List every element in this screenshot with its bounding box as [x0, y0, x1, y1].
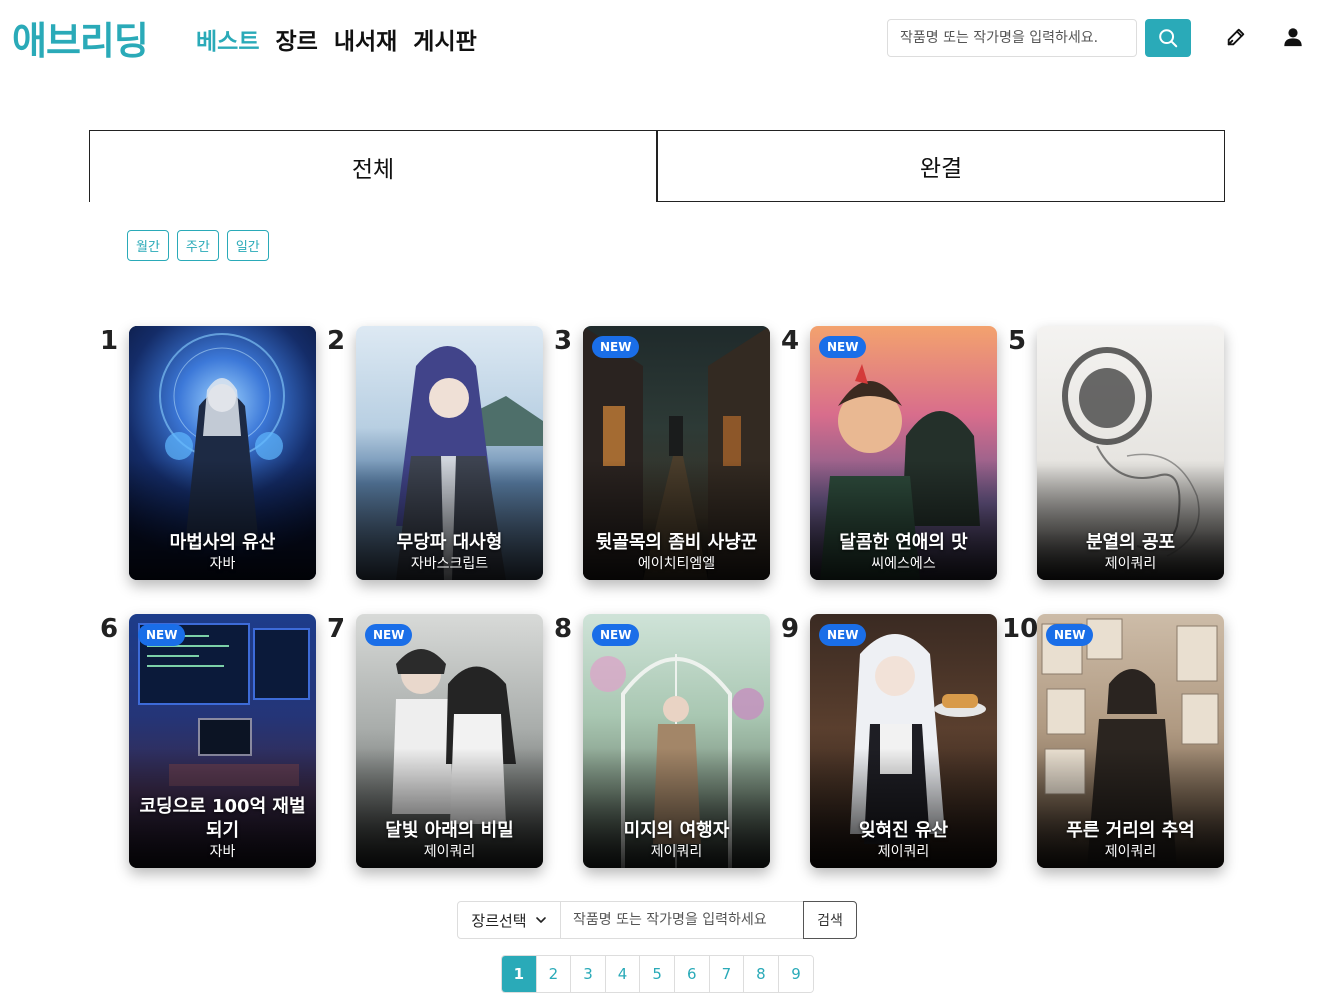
new-badge: NEW: [365, 624, 413, 646]
nav-best[interactable]: 베스트: [196, 22, 259, 56]
new-badge: NEW: [592, 336, 640, 358]
work-card[interactable]: NEW 코딩으로 100억 재벌 되기 자바: [129, 614, 316, 868]
write-button[interactable]: [1223, 24, 1249, 50]
work-card[interactable]: NEW 달콤한 연애의 맛 씨에스에스: [810, 326, 997, 580]
work-title: 뒷골목의 좀비 사냥꾼: [595, 532, 758, 553]
rank-number: 9: [781, 614, 800, 644]
work-title: 푸른 거리의 추억: [1066, 820, 1195, 841]
rank-number: 8: [554, 614, 573, 644]
user-button[interactable]: [1280, 24, 1306, 50]
work-title: 마법사의 유산: [169, 532, 276, 553]
work-author: 에이치티엠엘: [637, 556, 716, 572]
page-button[interactable]: 5: [640, 956, 675, 992]
work-author: 제이쿼리: [877, 844, 930, 860]
pen-icon: [1227, 28, 1245, 46]
search-icon: [1159, 29, 1178, 48]
work-title: 무당파 대사형: [396, 532, 503, 553]
work-card[interactable]: NEW 미지의 여행자 제이쿼리: [583, 614, 770, 868]
chevron-down-icon: [535, 917, 546, 923]
page-button[interactable]: 7: [709, 956, 745, 992]
tab-completed[interactable]: 완결: [657, 130, 1225, 202]
page-button[interactable]: 9: [778, 956, 814, 992]
work-card[interactable]: NEW 잊혀진 유산 제이쿼리: [810, 614, 997, 868]
work-author: 자바스크립트: [410, 556, 489, 572]
rank-number: 2: [327, 326, 346, 356]
work-card[interactable]: NEW 뒷골목의 좀비 사냥꾼 에이치티엠엘: [583, 326, 770, 580]
period-daily-button[interactable]: 일간: [226, 230, 269, 261]
work-author: 제이쿼리: [1104, 556, 1157, 572]
work-author: 제이쿼리: [1104, 844, 1157, 860]
site-header: 애브리딩 베스트 장르 내서재 게시판: [0, 0, 1337, 78]
page-button[interactable]: 8: [744, 956, 779, 992]
page-button[interactable]: 3: [571, 956, 606, 992]
work-author: 자바: [209, 556, 236, 572]
work-title: 달빛 아래의 비밀: [385, 820, 514, 841]
work-card[interactable]: 무당파 대사형 자바스크립트: [356, 326, 543, 580]
rank-number: 5: [1008, 326, 1027, 356]
page-button[interactable]: 2: [536, 956, 572, 992]
new-badge: NEW: [819, 624, 867, 646]
page-button[interactable]: 4: [605, 956, 641, 992]
page-button[interactable]: 6: [674, 956, 710, 992]
site-logo[interactable]: 애브리딩: [12, 10, 149, 65]
main-nav: 베스트 장르 내서재 게시판: [196, 22, 477, 56]
rank-number: 1: [100, 326, 119, 356]
period-weekly-button[interactable]: 주간: [176, 230, 219, 261]
work-search-button[interactable]: 검색: [803, 901, 857, 939]
work-card[interactable]: NEW 푸른 거리의 추억 제이쿼리: [1037, 614, 1224, 868]
work-title: 잊혀진 유산: [858, 820, 949, 841]
new-badge: NEW: [1046, 624, 1094, 646]
work-title: 미지의 여행자: [623, 820, 730, 841]
header-search-button[interactable]: [1145, 19, 1191, 57]
work-card[interactable]: NEW 달빛 아래의 비밀 제이쿼리: [356, 614, 543, 868]
nav-genre[interactable]: 장르: [275, 22, 317, 56]
period-monthly-button[interactable]: 월간: [127, 230, 169, 261]
rank-number: 7: [327, 614, 346, 644]
tab-all[interactable]: 전체: [89, 130, 657, 202]
genre-select-label: 장르선택: [471, 911, 527, 930]
user-icon: [1284, 28, 1302, 47]
rank-number: 4: [781, 326, 800, 356]
rank-number: 10: [1002, 614, 1039, 644]
rank-number: 3: [554, 326, 573, 356]
work-card[interactable]: 마법사의 유산 자바: [129, 326, 316, 580]
page-button[interactable]: 1: [502, 956, 537, 992]
period-filter: 월간 주간 일간: [127, 230, 269, 261]
new-badge: NEW: [592, 624, 640, 646]
work-author: 씨에스에스: [871, 556, 936, 572]
work-search-bar: 장르선택 검색: [457, 901, 857, 939]
new-badge: NEW: [819, 336, 867, 358]
header-search-input[interactable]: [887, 19, 1137, 57]
work-author: 제이쿼리: [423, 844, 476, 860]
work-title: 분열의 공포: [1085, 532, 1176, 553]
nav-board[interactable]: 게시판: [413, 22, 476, 56]
work-author: 자바: [209, 844, 236, 860]
work-title: 달콤한 연애의 맛: [839, 532, 968, 553]
work-title: 코딩으로 100억 재벌 되기: [139, 796, 306, 841]
work-search-input[interactable]: [561, 902, 803, 938]
pagination: 1 2 3 4 5 6 7 8 9: [501, 955, 815, 993]
rank-number: 6: [100, 614, 119, 644]
work-author: 제이쿼리: [650, 844, 703, 860]
ranking-tabs: 전체 완결: [89, 130, 1225, 202]
nav-library[interactable]: 내서재: [334, 22, 397, 56]
work-card[interactable]: 분열의 공포 제이쿼리: [1037, 326, 1224, 580]
genre-select[interactable]: 장르선택: [458, 902, 561, 938]
new-badge: NEW: [138, 624, 186, 646]
